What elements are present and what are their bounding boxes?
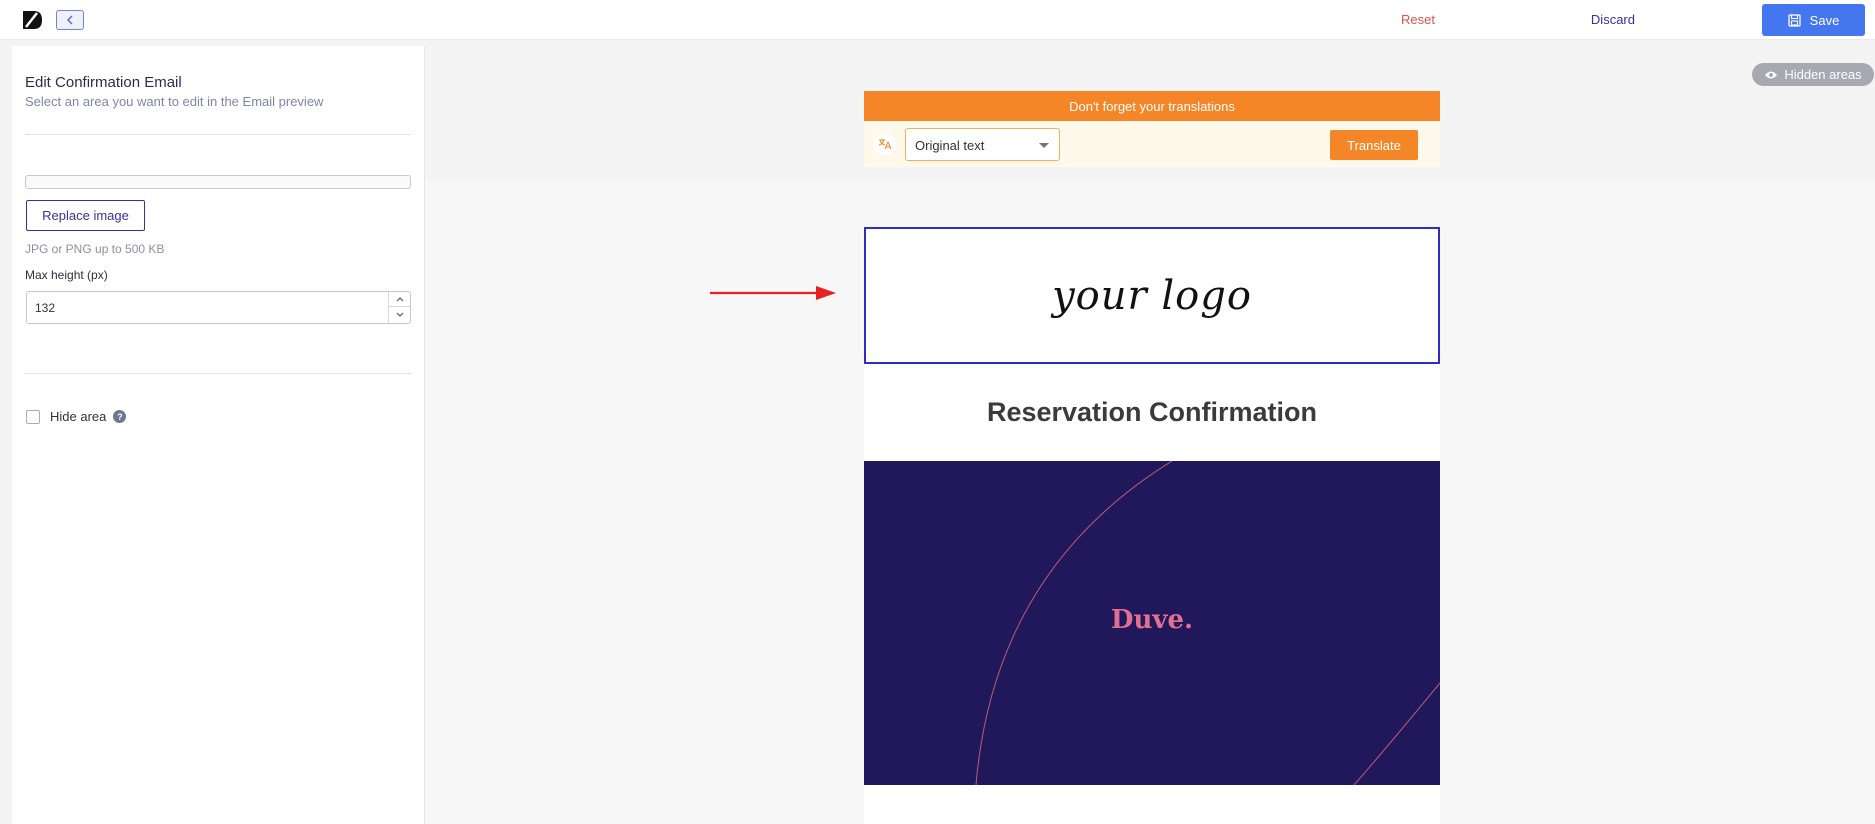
hidden-areas-label: Hidden areas bbox=[1784, 67, 1862, 82]
file-hint: JPG or PNG up to 500 KB bbox=[25, 242, 165, 256]
translation-bar: Original text Translate bbox=[864, 121, 1440, 167]
panel-subtitle: Select an area you want to edit in the E… bbox=[25, 94, 324, 109]
max-height-label: Max height (px) bbox=[25, 268, 108, 282]
email-banner-image[interactable]: Duve. bbox=[864, 461, 1440, 785]
stepper-down-button[interactable] bbox=[389, 307, 410, 322]
reset-button[interactable]: Reset bbox=[1401, 12, 1435, 27]
max-height-value: 132 bbox=[35, 301, 56, 315]
app-logo-icon bbox=[23, 11, 42, 29]
image-preview bbox=[25, 175, 411, 189]
email-body-area bbox=[864, 785, 1440, 824]
help-icon[interactable]: ? bbox=[113, 410, 127, 423]
hide-area-label: Hide area bbox=[50, 409, 107, 424]
language-select-value: Original text bbox=[915, 138, 985, 153]
translate-icon bbox=[874, 133, 896, 155]
hide-area-row: Hide area ? bbox=[26, 409, 127, 424]
max-height-input[interactable]: 132 bbox=[26, 291, 411, 324]
divider bbox=[25, 134, 411, 135]
stepper-up-button[interactable] bbox=[389, 292, 410, 307]
arrow-right-icon bbox=[710, 286, 836, 300]
hide-area-checkbox[interactable] bbox=[26, 409, 40, 424]
top-bar: Reset Discard Save bbox=[0, 0, 1875, 40]
email-logo-area[interactable]: your logo bbox=[864, 227, 1440, 364]
divider bbox=[25, 373, 411, 374]
save-button-label: Save bbox=[1809, 12, 1840, 28]
hidden-areas-button[interactable]: Hidden areas bbox=[1752, 63, 1874, 86]
language-select[interactable]: Original text bbox=[905, 128, 1060, 161]
save-button[interactable]: Save bbox=[1762, 4, 1865, 36]
translate-button[interactable]: Translate bbox=[1330, 130, 1418, 160]
panel-title: Edit Confirmation Email bbox=[25, 74, 182, 91]
chevron-down-icon bbox=[1039, 143, 1049, 148]
email-heading: Reservation Confirmation bbox=[986, 397, 1318, 427]
eye-icon bbox=[1765, 71, 1778, 78]
translation-banner: Don't forget your translations bbox=[864, 91, 1440, 121]
chevron-left-icon bbox=[67, 15, 73, 25]
discard-button[interactable]: Discard bbox=[1591, 12, 1635, 27]
back-button[interactable] bbox=[56, 10, 84, 30]
logo-placeholder: your logo bbox=[1052, 272, 1252, 319]
brand-logo: Duve. bbox=[1110, 605, 1194, 635]
edit-panel: Edit Confirmation Email Select an area y… bbox=[12, 46, 425, 824]
floppy-disk-icon bbox=[1788, 13, 1801, 27]
chevron-up-icon bbox=[396, 296, 403, 301]
quantity-stepper[interactable] bbox=[388, 292, 410, 323]
email-heading-area[interactable]: Reservation Confirmation bbox=[864, 364, 1440, 461]
replace-image-button[interactable]: Replace image bbox=[26, 200, 145, 231]
chevron-down-icon bbox=[396, 312, 403, 317]
